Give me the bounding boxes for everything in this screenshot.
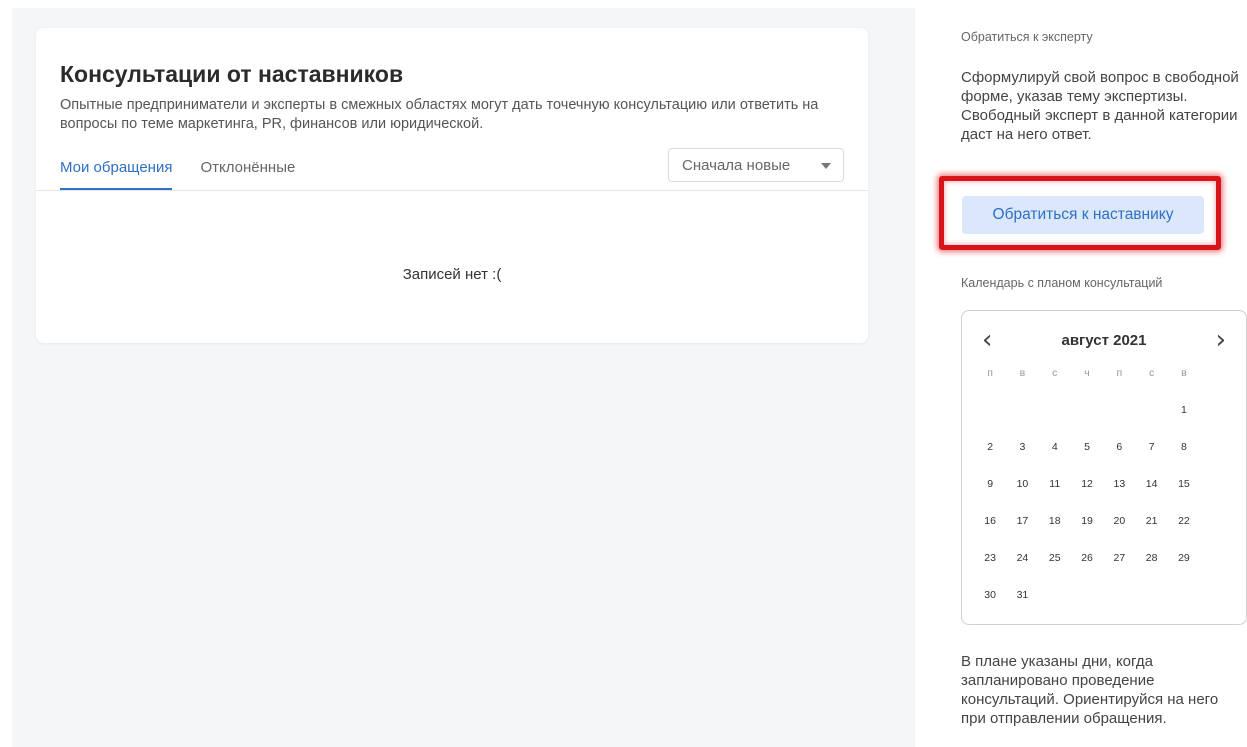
calendar-day[interactable]: 15 (1168, 477, 1200, 514)
tab-rejected[interactable]: Отклонённые (200, 159, 295, 190)
calendar-week-row: 9 10 11 12 13 14 15 (974, 477, 1244, 514)
calendar-empty-cell (1135, 588, 1167, 625)
calendar-weekday-row: пвсчпсв (974, 366, 1244, 403)
calendar-weekday: п (1116, 367, 1123, 379)
ask-expert-text: Сформулируй свой вопрос в свободной форм… (961, 69, 1239, 143)
calendar-day[interactable]: 1 (1168, 403, 1200, 440)
calendar-day[interactable]: 11 (1039, 477, 1071, 514)
calendar-empty-cell (974, 403, 1006, 440)
empty-state-text: Записей нет :( (402, 266, 502, 283)
calendar-day[interactable]: 23 (974, 551, 1006, 588)
calendar-empty-cell (1006, 403, 1038, 440)
calendar-day[interactable]: 17 (1006, 514, 1038, 551)
ask-expert-caption: Обратиться к эксперту (961, 30, 1093, 44)
calendar-week-row: 16 17 18 19 20 21 22 (974, 514, 1244, 551)
calendar-weekday: в (1181, 367, 1187, 379)
calendar-weekday: с (1149, 367, 1155, 379)
calendar-empty-cell (1103, 588, 1135, 625)
calendar-week-row: 30 31 (974, 588, 1244, 625)
calendar-day[interactable]: 19 (1071, 514, 1103, 551)
calendar-day[interactable]: 4 (1039, 440, 1071, 477)
contact-mentor-button[interactable]: Обратиться к наставнику (962, 196, 1204, 234)
calendar-weekday: ч (1084, 367, 1090, 379)
calendar-empty-cell (1103, 403, 1135, 440)
calendar-day[interactable]: 10 (1006, 477, 1038, 514)
calendar-day[interactable]: 25 (1039, 551, 1071, 588)
calendar-day[interactable]: 31 (1006, 588, 1038, 625)
calendar-day[interactable]: 22 (1168, 514, 1200, 551)
calendar-empty-cell (1039, 588, 1071, 625)
calendar-day[interactable]: 21 (1135, 514, 1167, 551)
calendar-day[interactable]: 13 (1103, 477, 1135, 514)
calendar-day[interactable]: 30 (974, 588, 1006, 625)
page-title: Консультации от наставников (60, 61, 404, 87)
calendar-day[interactable]: 5 (1071, 440, 1103, 477)
calendar-empty-cell (1168, 588, 1200, 625)
calendar-empty-cell (1071, 588, 1103, 625)
consultations-calendar: ‹ август 2021 › п в с ч п с в 1 2 3 4 5 6 7 8 9 10 11 12 13… (961, 310, 1247, 625)
caret-down-icon (821, 163, 831, 169)
sort-selected-value: Сначала новые (682, 157, 791, 174)
calendar-day[interactable]: 2 (974, 440, 1006, 477)
calendar-day[interactable]: 12 (1071, 477, 1103, 514)
tab-my-requests[interactable]: Мои обращения (60, 159, 173, 190)
consultations-card: Консультации от наставников Опытные пред… (36, 28, 868, 343)
calendar-day[interactable]: 14 (1135, 477, 1167, 514)
calendar-week-row: 1 (974, 403, 1244, 440)
calendar-day[interactable]: 9 (974, 477, 1006, 514)
tabs-divider (36, 190, 868, 191)
page-description: Опытные предприниматели и эксперты в сме… (60, 97, 819, 132)
calendar-week-row: 2345678 (974, 440, 1244, 477)
sort-dropdown[interactable]: Сначала новые (668, 148, 844, 182)
calendar-day[interactable]: 27 (1103, 551, 1135, 588)
tabs-bar: Мои обращения Отклонённые (60, 159, 323, 190)
calendar-month-label: август 2021 (1061, 332, 1147, 349)
calendar-day[interactable]: 7 (1135, 440, 1167, 477)
calendar-note: В плане указаны дни, когда запланировано… (961, 653, 1219, 727)
calendar-day[interactable]: 6 (1103, 440, 1135, 477)
calendar-caption: Календарь с планом консультаций (961, 276, 1163, 290)
calendar-day[interactable]: 3 (1006, 440, 1038, 477)
calendar-weekday: с (1052, 367, 1058, 379)
calendar-day[interactable]: 16 (974, 514, 1006, 551)
calendar-grid: п в с ч п с в 1 2 3 4 5 6 7 8 9 10 11 12 13 14 15 16 17 18 19 20 21… (974, 366, 1244, 625)
calendar-week-row: 23 24 25 26 27 28 29 (974, 551, 1244, 588)
chevron-right-icon[interactable]: › (1216, 327, 1226, 353)
calendar-weekday: п (987, 367, 993, 379)
calendar-empty-cell (1135, 403, 1167, 440)
calendar-day[interactable]: 24 (1006, 551, 1038, 588)
calendar-weekday: в (1019, 367, 1026, 379)
calendar-empty-cell (1039, 403, 1071, 440)
calendar-day[interactable]: 8 (1168, 440, 1200, 477)
calendar-day[interactable]: 26 (1071, 551, 1103, 588)
calendar-day[interactable]: 20 (1103, 514, 1135, 551)
calendar-day[interactable]: 28 (1135, 551, 1167, 588)
calendar-day[interactable]: 18 (1039, 514, 1071, 551)
calendar-empty-cell (1071, 403, 1103, 440)
calendar-day[interactable]: 29 (1168, 551, 1200, 588)
